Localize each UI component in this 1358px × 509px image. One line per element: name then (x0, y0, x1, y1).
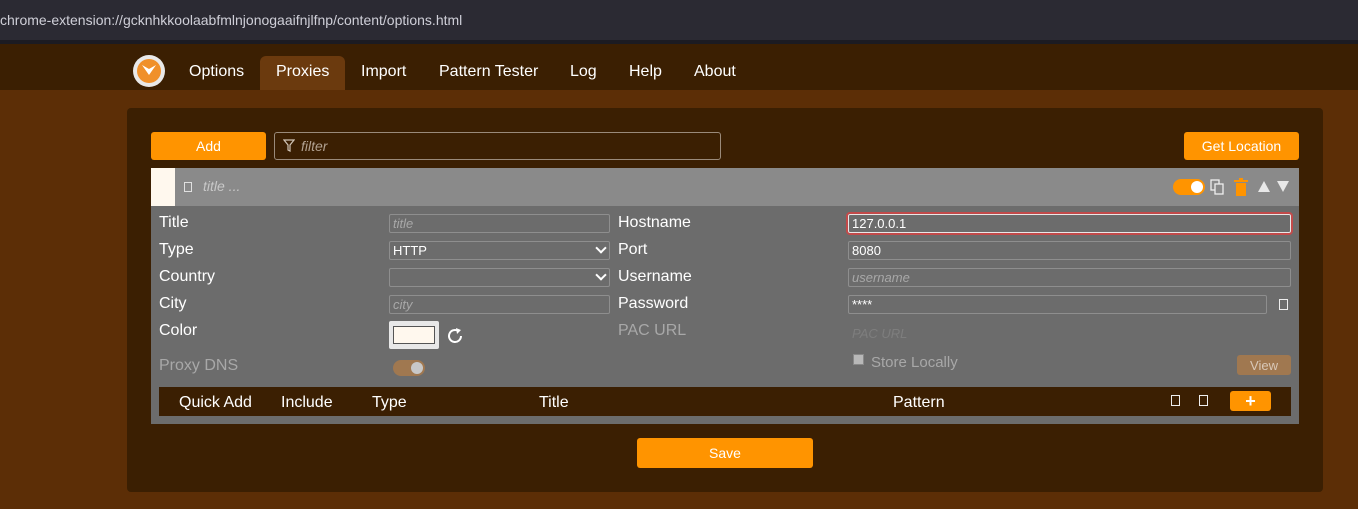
title-label: Title (159, 214, 189, 231)
tab-import[interactable]: Import (345, 56, 422, 90)
hostname-label: Hostname (618, 214, 691, 231)
port-label: Port (618, 241, 648, 258)
username-field[interactable]: username (848, 268, 1291, 287)
tab-log[interactable]: Log (554, 56, 613, 90)
chevron-down-icon (595, 242, 607, 254)
filter-icon (283, 139, 295, 152)
chevron-down-icon (595, 269, 607, 281)
pattern-table-header: Quick Add Include Type Title Pattern + (159, 387, 1291, 416)
export-patterns-icon[interactable] (1199, 395, 1208, 406)
add-button[interactable]: Add (151, 132, 266, 160)
column-pattern: Pattern (893, 394, 945, 411)
color-label: Color (159, 322, 198, 339)
proxy-enable-toggle[interactable] (1173, 179, 1205, 195)
url-text: chrome-extension://gcknhkkoolaabfmlnjono… (0, 12, 463, 28)
filter-box (274, 132, 721, 160)
country-select[interactable] (389, 268, 610, 287)
column-include: Include (281, 394, 333, 411)
column-quick-add: Quick Add (179, 394, 252, 411)
random-color-icon[interactable] (445, 326, 465, 346)
tab-pattern-tester[interactable]: Pattern Tester (423, 56, 554, 90)
color-picker[interactable] (389, 321, 439, 349)
type-select[interactable]: HTTP (389, 241, 610, 260)
proxy-header-title: title ... (203, 178, 241, 194)
type-label: Type (159, 241, 194, 258)
add-pattern-button[interactable]: + (1230, 391, 1271, 411)
password-label: Password (618, 295, 689, 312)
type-value: HTTP (393, 243, 427, 258)
proxy-card-header: title ... (151, 168, 1299, 206)
column-title: Title (539, 394, 569, 411)
proxy-dns-label: Proxy DNS (159, 357, 239, 374)
city-label: City (159, 295, 187, 312)
pac-url-label: PAC URL (618, 322, 687, 339)
duplicate-icon[interactable] (1210, 179, 1224, 195)
delete-icon[interactable] (1234, 178, 1248, 196)
password-field[interactable]: **** (848, 295, 1267, 314)
column-type: Type (372, 394, 407, 411)
get-location-button[interactable]: Get Location (1184, 132, 1299, 160)
url-bar[interactable]: chrome-extension://gcknhkkoolaabfmlnjono… (0, 0, 1358, 40)
tab-help[interactable]: Help (613, 56, 678, 90)
proxy-dns-toggle[interactable] (393, 360, 425, 376)
title-field[interactable]: title (389, 214, 610, 233)
store-locally-checkbox[interactable] (853, 354, 864, 365)
username-label: Username (618, 268, 692, 285)
port-field[interactable]: 8080 (848, 241, 1291, 260)
foxyproxy-logo-icon (133, 55, 165, 87)
proxy-color-strip (151, 168, 175, 206)
city-field[interactable]: city (389, 295, 610, 314)
tab-about[interactable]: About (678, 56, 752, 90)
country-label: Country (159, 268, 216, 285)
store-locally-label: Store Locally (871, 354, 958, 371)
show-password-icon[interactable] (1279, 299, 1288, 310)
proxy-select-checkbox[interactable] (184, 182, 192, 192)
hostname-field[interactable]: 127.0.0.1 (846, 212, 1293, 235)
filter-input[interactable] (301, 136, 701, 156)
view-button[interactable]: View (1237, 355, 1291, 375)
import-patterns-icon[interactable] (1171, 395, 1180, 406)
tab-options[interactable]: Options (173, 56, 260, 90)
tab-proxies[interactable]: Proxies (260, 56, 346, 90)
move-down-icon[interactable] (1277, 181, 1289, 192)
move-up-icon[interactable] (1258, 181, 1270, 192)
top-nav: Options Proxies Import Pattern Tester Lo… (0, 44, 1358, 90)
pac-url-field[interactable]: PAC URL (848, 324, 1291, 343)
save-button[interactable]: Save (637, 438, 813, 468)
